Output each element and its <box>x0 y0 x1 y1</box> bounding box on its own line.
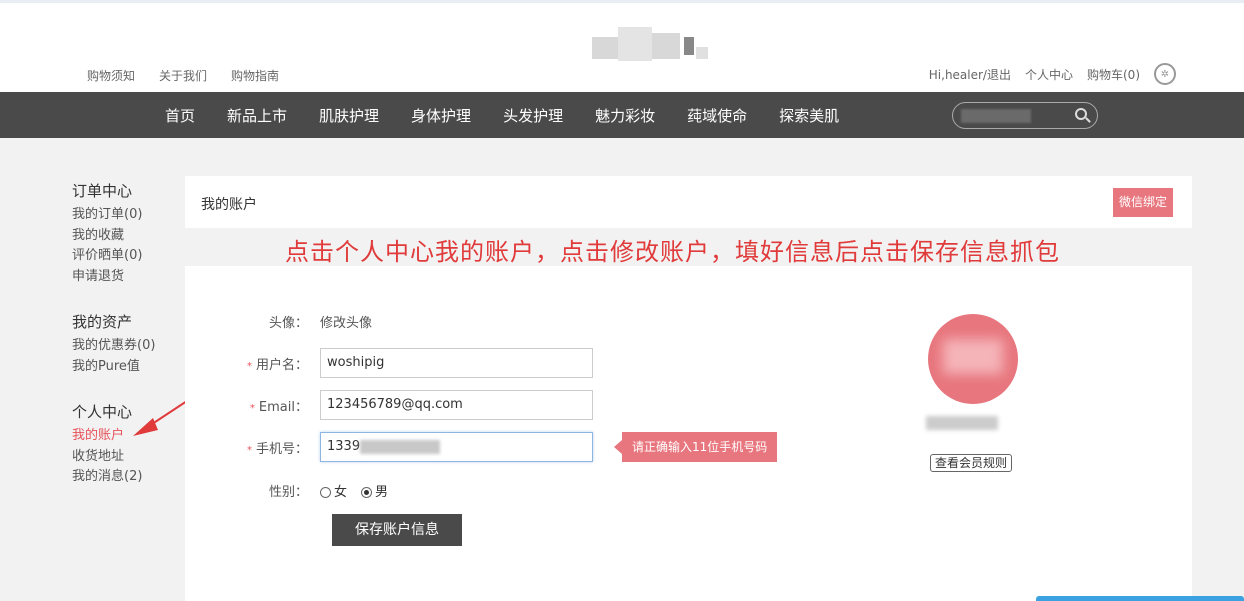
personal-center-link[interactable]: 个人中心 <box>1025 66 1073 83</box>
username-row: * 用户名： woshipig <box>185 348 593 378</box>
phone-label: 手机号： <box>255 441 308 457</box>
link-shopping-guide[interactable]: 购物指南 <box>231 67 279 84</box>
email-row: * Email： 123456789@qq.com <box>185 390 593 420</box>
nav-item-hair[interactable]: 头发护理 <box>503 105 563 126</box>
phone-row: * 手机号： 1339 <box>185 432 593 462</box>
member-rules-button[interactable]: 查看会员规则 <box>930 454 1013 472</box>
member-level-redacted <box>926 416 998 430</box>
required-mark: * <box>249 402 255 414</box>
gender-label: 性别： <box>268 485 308 500</box>
sidebar-item-returns[interactable]: 申请退货 <box>72 267 182 288</box>
radio-on-icon <box>361 487 373 498</box>
email-label: Email： <box>258 399 308 415</box>
link-about-us[interactable]: 关于我们 <box>159 67 207 84</box>
link-shopping-notice[interactable]: 购物须知 <box>87 67 135 84</box>
sidebar-item-reviews[interactable]: 评价晒单(0) <box>72 246 182 267</box>
gender-female-radio[interactable]: 女 <box>320 481 347 500</box>
nav-item-home[interactable]: 首页 <box>165 105 195 126</box>
cart-link[interactable]: 购物车(0) <box>1087 66 1140 83</box>
sidebar-item-favorites[interactable]: 我的收藏 <box>72 226 182 247</box>
sidebar: 订单中心 我的订单(0) 我的收藏 评价晒单(0) 申请退货 我的资产 我的优惠… <box>72 180 182 512</box>
sidebar-title: 我的资产 <box>72 313 133 331</box>
required-mark: * <box>246 360 252 372</box>
header-left-links: 购物须知 关于我们 购物指南 <box>87 67 279 84</box>
gender-male-radio[interactable]: 男 <box>361 481 388 500</box>
user-logout-link[interactable]: Hi,healer/退出 <box>929 66 1011 83</box>
sidebar-item-address[interactable]: 收货地址 <box>72 447 182 468</box>
nav-item-skin[interactable]: 肌肤护理 <box>319 105 379 126</box>
nav-item-makeup[interactable]: 魅力彩妆 <box>595 105 655 126</box>
sidebar-group-orders: 订单中心 我的订单(0) 我的收藏 评价晒单(0) 申请退货 <box>72 180 182 287</box>
phone-error-tip: 请正确输入11位手机号码 <box>613 432 778 462</box>
phone-value: 1339 <box>327 439 361 454</box>
bottom-scroll-indicator <box>1036 596 1244 601</box>
site-logo[interactable] <box>588 23 712 77</box>
email-field[interactable]: 123456789@qq.com <box>320 390 593 420</box>
header-user-links: Hi,healer/退出 个人中心 购物车(0) ✲ <box>929 63 1176 85</box>
main-nav: 首页 新品上市 肌肤护理 身体护理 头发护理 魅力彩妆 莼域使命 探索美肌 <box>0 92 1244 138</box>
avatar <box>928 314 1018 404</box>
phone-field[interactable]: 1339 <box>320 432 593 462</box>
annotation-text: 点击个人中心我的账户，点击修改账户，填好信息后点击保存信息抓包 <box>285 238 1060 266</box>
nav-item-mission[interactable]: 莼域使命 <box>687 105 747 126</box>
nav-item-new[interactable]: 新品上市 <box>227 105 287 126</box>
username-label: 用户名： <box>255 357 308 373</box>
account-panel-header: 我的账户 微信绑定 <box>185 176 1192 228</box>
nav-item-body[interactable]: 身体护理 <box>411 105 471 126</box>
search-input[interactable] <box>952 102 1098 129</box>
nav-item-explore[interactable]: 探索美肌 <box>779 105 839 126</box>
top-header: 购物须知 关于我们 购物指南 Hi,healer/退出 个人中心 购物车(0) … <box>0 0 1244 92</box>
page-title: 我的账户 <box>201 197 257 213</box>
avatar-row: 头像： 修改头像 <box>185 312 372 331</box>
sidebar-item-coupons[interactable]: 我的优惠券(0) <box>72 336 182 357</box>
sidebar-title: 订单中心 <box>72 182 133 200</box>
sidebar-item-messages[interactable]: 我的消息(2) <box>72 467 182 488</box>
phone-redacted <box>360 439 441 454</box>
account-form-panel: 头像： 修改头像 * 用户名： woshipig * Email： 12345678… <box>185 266 1192 601</box>
required-mark: * <box>246 444 252 456</box>
avatar-label: 头像： <box>268 316 308 331</box>
change-avatar-link[interactable]: 修改头像 <box>320 312 372 331</box>
gender-row: 性别： 女 男 <box>185 481 402 500</box>
wechat-bind-button[interactable]: 微信绑定 <box>1112 188 1173 217</box>
save-account-button[interactable]: 保存账户信息 <box>332 514 462 546</box>
radio-off-icon <box>320 487 331 498</box>
wechat-icon[interactable]: ✲ <box>1154 63 1176 85</box>
sidebar-item-my-orders[interactable]: 我的订单(0) <box>72 205 182 226</box>
username-field[interactable]: woshipig <box>320 348 593 378</box>
search-icon[interactable] <box>1075 108 1087 120</box>
